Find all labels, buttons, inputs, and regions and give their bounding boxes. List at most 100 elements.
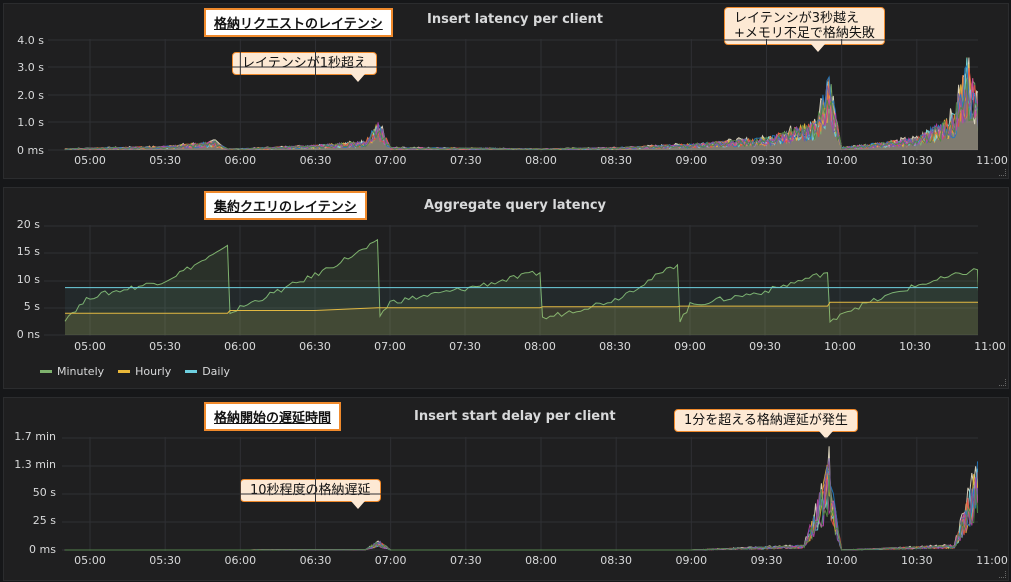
x-tick-label: 06:30: [299, 554, 332, 567]
series-line-client-5: [64, 473, 978, 551]
x-tick-label: 07:00: [374, 554, 407, 567]
x-tick-label: 08:00: [525, 554, 557, 567]
series-line-client-2: [64, 464, 978, 551]
x-tick-label: 07:30: [449, 154, 482, 167]
x-tick-label: 10:00: [824, 340, 856, 353]
x-tick-label: 09:00: [675, 554, 708, 567]
resize-handle[interactable]: [999, 379, 1006, 386]
x-tick-label: 07:00: [374, 340, 406, 353]
y-tick: 0 ms: [17, 144, 44, 157]
x-tick-label: 06:00: [224, 154, 257, 167]
series-line-client-1: [64, 446, 978, 551]
x-tick-label: 07:30: [449, 340, 481, 353]
x-tick-label: 06:30: [299, 340, 331, 353]
x-tick-label: 05:30: [149, 554, 181, 567]
series-line-client-2: [64, 57, 978, 151]
legend-label: Minutely: [57, 365, 105, 378]
x-tick-label: 05:00: [74, 340, 106, 353]
series-line-client-6: [64, 461, 978, 551]
legend-item-minutely[interactable]: Minutely: [40, 365, 104, 378]
series-line-client-3: [64, 464, 978, 551]
y-tick: 1.7 min: [14, 430, 56, 443]
series-area-daily: [65, 287, 978, 335]
y-tick: 2.0 s: [17, 89, 44, 102]
legend-label: Hourly: [135, 365, 172, 378]
series-line-client-8: [64, 78, 978, 150]
jp-label-insert-start-delay: 格納開始の遅延時間: [204, 402, 342, 431]
aggregate-query-panel: 集約クエリのレイテンシ Aggregate query latency 20 s…: [3, 187, 1009, 389]
y-tick: 50 s: [32, 486, 56, 499]
x-tick-label: 09:30: [750, 554, 783, 567]
x-tick-label: 06:30: [299, 154, 332, 167]
y-tick: 3.0 s: [17, 61, 44, 74]
panel-title-insert-latency[interactable]: Insert latency per client: [427, 12, 603, 27]
insert-latency-plot[interactable]: [48, 39, 978, 152]
y-tick: 5 s: [23, 300, 40, 313]
insert-start-delay-plot[interactable]: [62, 437, 978, 551]
legend-label: Daily: [202, 365, 231, 378]
x-tick-label: 10:00: [825, 554, 858, 567]
series-line-client-9: [64, 458, 978, 551]
y-tick: 4.0 s: [17, 34, 44, 47]
x-tick-label: 09:00: [674, 340, 706, 353]
series-line-client-7: [64, 64, 978, 151]
x-tick-label: 11:00: [976, 154, 1008, 167]
x-tick-label: 06:00: [224, 340, 256, 353]
legend: Minutely Hourly Daily: [40, 365, 230, 378]
callout-delay-1min: 1分を超える格納遅延が発生: [674, 409, 858, 439]
series-line-client-7: [64, 460, 978, 551]
series-line-client-10: [64, 474, 978, 551]
legend-swatch-minutely: [40, 370, 52, 373]
aggregate-query-plot[interactable]: [44, 225, 978, 336]
y-tick: 25 s: [32, 514, 56, 527]
x-tick-label: 10:30: [900, 554, 933, 567]
panel-title-insert-start-delay[interactable]: Insert start delay per client: [414, 409, 616, 424]
x-tick-label: 10:00: [825, 154, 858, 167]
y-tick: 0 ms: [29, 543, 56, 556]
series-line-client-4: [64, 58, 978, 151]
x-tick-label: 10:30: [900, 154, 933, 167]
x-tick-label: 06:00: [224, 554, 257, 567]
x-tick-label: 05:30: [149, 154, 181, 167]
legend-swatch-daily: [185, 370, 198, 373]
jp-label-aggregate-query: 集約クエリのレイテンシ: [204, 191, 367, 220]
legend-item-hourly[interactable]: Hourly: [118, 365, 171, 378]
x-tick-label: 09:30: [749, 340, 781, 353]
insert-start-delay-panel: 格納開始の遅延時間 Insert start delay per client …: [3, 397, 1009, 581]
x-tick-label: 11:00: [974, 340, 1006, 353]
legend-item-daily[interactable]: Daily: [185, 365, 230, 378]
panel-title-aggregate-query[interactable]: Aggregate query latency: [424, 198, 606, 213]
x-tick-label: 08:00: [525, 154, 557, 167]
x-tick-label: 05:00: [74, 554, 106, 567]
x-tick-label: 08:00: [524, 340, 556, 353]
x-tick-label: 08:30: [599, 340, 631, 353]
x-tick-label: 09:30: [750, 154, 783, 167]
resize-handle[interactable]: [999, 571, 1006, 578]
series-line-client-6: [64, 67, 978, 151]
x-tick-label: 07:00: [374, 154, 407, 167]
x-tick-label: 07:30: [449, 554, 482, 567]
x-tick-label: 10:30: [899, 340, 931, 353]
series-area-client: [64, 57, 978, 150]
series-line-client-10: [64, 78, 978, 151]
resize-handle[interactable]: [999, 169, 1006, 176]
series-line-client-8: [64, 477, 978, 551]
legend-swatch-hourly: [118, 370, 131, 373]
x-tick-label: 11:00: [976, 554, 1008, 567]
y-tick: 10 s: [16, 273, 40, 286]
y-tick: 1.0 s: [17, 116, 44, 129]
y-tick: 1.3 min: [14, 458, 56, 471]
x-tick-label: 05:00: [74, 154, 106, 167]
series-line-client-5: [64, 75, 978, 151]
jp-label-insert-latency: 格納リクエストのレイテンシ: [204, 8, 393, 37]
x-tick-label: 08:30: [600, 554, 632, 567]
x-tick-label: 05:30: [149, 340, 181, 353]
x-tick-label: 09:00: [675, 154, 708, 167]
y-tick: 20 s: [16, 218, 40, 231]
x-tick-label: 08:30: [600, 154, 632, 167]
series-line-client-4: [64, 468, 978, 551]
series-line-client-1: [64, 57, 978, 151]
insert-latency-panel: 格納リクエストのレイテンシ Insert latency per client …: [3, 3, 1009, 179]
y-tick: 0 ns: [16, 328, 40, 341]
series-line-client-3: [64, 64, 978, 151]
